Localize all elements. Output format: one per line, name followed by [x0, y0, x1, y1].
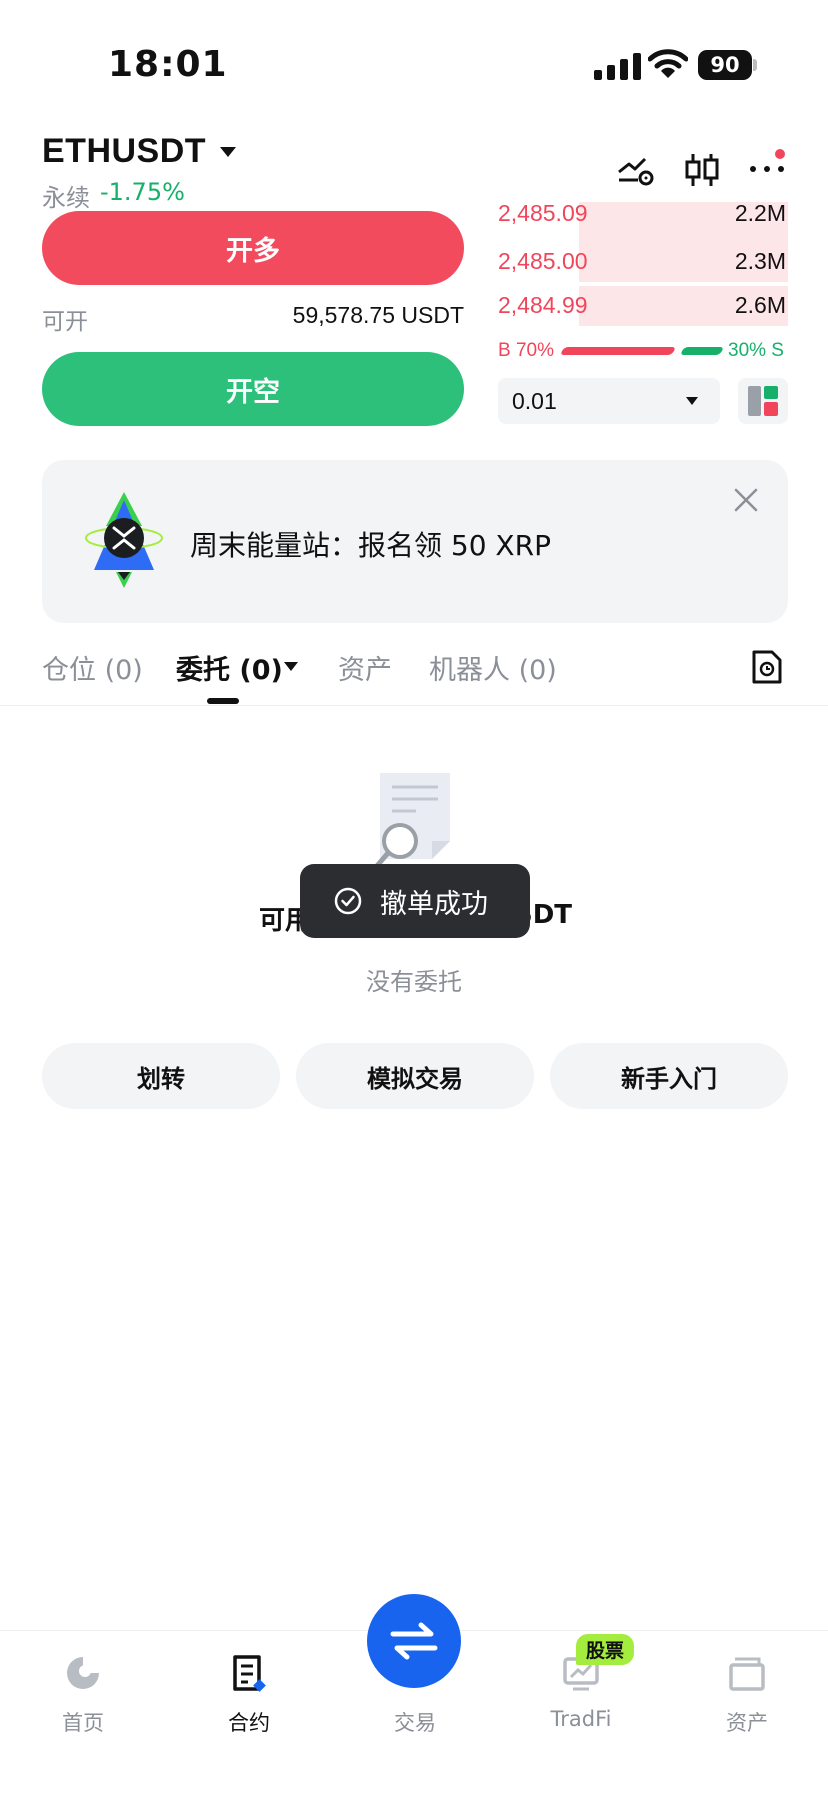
active-tab-indicator — [207, 698, 239, 704]
nav-assets[interactable]: 资产 — [664, 1631, 828, 1761]
nav-assets-label: 资产 — [726, 1711, 768, 1735]
symbol-selector[interactable]: ETHUSDT — [42, 132, 206, 171]
chevron-down-icon — [686, 397, 698, 405]
status-time: 18:01 — [108, 44, 228, 85]
sell-ratio: 30% S — [728, 340, 784, 361]
nav-tradfi-label: TradFi — [550, 1707, 612, 1731]
tradfi-badge: 股票 — [576, 1634, 635, 1665]
xrp-rocket-icon — [85, 492, 163, 588]
ask-row[interactable]: 2,485.09 2.2M — [498, 200, 788, 242]
nav-futures-label: 合约 — [228, 1711, 270, 1735]
buy-ratio-bar — [559, 347, 677, 355]
banner-title[interactable]: 周末能量站：报名领 50 XRP — [190, 524, 551, 564]
home-icon — [67, 1657, 99, 1689]
orderbook-layout-button[interactable] — [738, 378, 788, 424]
nav-home-label: 首页 — [62, 1711, 104, 1735]
nav-home[interactable]: 首页 — [0, 1631, 166, 1761]
tab-orders[interactable]: 委托 (0) — [176, 648, 283, 687]
demo-trading-button[interactable]: 模拟交易 — [296, 1043, 534, 1109]
nav-futures[interactable]: 合约 — [166, 1631, 332, 1761]
open-short-button[interactable]: 开空 — [42, 352, 464, 426]
orderbook-layout-icon — [748, 386, 778, 416]
price-alert-icon[interactable] — [616, 150, 656, 190]
toast: 撤单成功 — [300, 864, 530, 938]
battery-icon: 90 — [698, 50, 752, 80]
quantity-step-select[interactable]: 0.01 — [498, 378, 720, 424]
tab-assets[interactable]: 资产 — [338, 648, 392, 687]
close-icon[interactable] — [730, 484, 762, 516]
available-value: 59,578.75 USDT — [292, 302, 464, 328]
wifi-icon — [648, 49, 688, 78]
symbol-caret-icon[interactable] — [220, 147, 236, 157]
nav-trade-label: 交易 — [394, 1711, 436, 1735]
empty-document-icon — [373, 773, 450, 870]
transfer-button[interactable]: 划转 — [42, 1043, 280, 1109]
ask-row[interactable]: 2,484.99 2.6M — [498, 286, 788, 326]
check-circle-icon — [334, 887, 362, 915]
beginner-guide-button[interactable]: 新手入门 — [550, 1043, 788, 1109]
toast-message: 撤单成功 — [380, 888, 488, 920]
candlestick-chart-icon[interactable] — [682, 150, 722, 190]
ask-row[interactable]: 2,485.00 2.3M — [498, 242, 788, 282]
swap-arrows-icon — [390, 1622, 438, 1660]
empty-subtitle: 没有委托 — [366, 968, 462, 996]
buy-ratio: B 70% — [498, 340, 554, 361]
tabs-divider — [0, 705, 828, 706]
sell-ratio-bar — [679, 347, 725, 355]
ask-price: 2,485.09 — [498, 200, 588, 226]
trade-fab-button[interactable] — [367, 1594, 461, 1688]
contract-type: 永续 — [42, 184, 90, 212]
tab-positions[interactable]: 仓位 (0) — [42, 648, 143, 687]
ask-quantity: 2.6M — [734, 292, 786, 318]
price-change: -1.75% — [100, 178, 185, 206]
tab-bots[interactable]: 机器人 (0) — [429, 648, 557, 687]
cellular-signal-icon — [594, 52, 641, 80]
ask-quantity: 2.3M — [734, 248, 786, 274]
more-icon[interactable] — [748, 145, 790, 187]
quantity-step-value: 0.01 — [512, 388, 557, 414]
battery-cap — [753, 59, 757, 71]
chevron-down-icon[interactable] — [284, 662, 298, 671]
ask-price: 2,484.99 — [498, 292, 588, 318]
ask-price: 2,485.00 — [498, 248, 588, 274]
order-history-icon[interactable] — [750, 648, 784, 686]
ask-quantity: 2.2M — [734, 200, 786, 226]
wallet-icon — [729, 1657, 765, 1691]
futures-icon — [233, 1655, 266, 1692]
open-long-button[interactable]: 开多 — [42, 211, 464, 285]
available-label: 可开 — [42, 309, 88, 335]
